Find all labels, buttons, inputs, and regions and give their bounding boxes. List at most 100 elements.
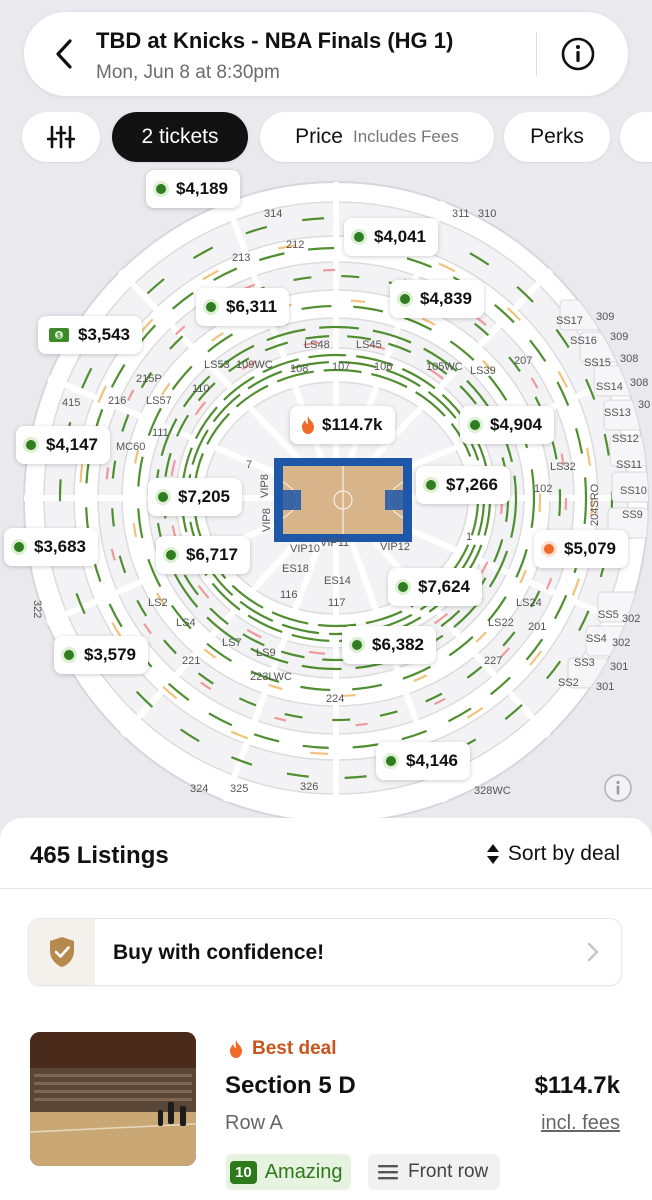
map-label: SS12 xyxy=(612,433,639,445)
pin-price: $4,189 xyxy=(176,179,228,198)
price-pin[interactable]: $6,382 xyxy=(342,626,436,664)
available-dot-icon xyxy=(470,420,480,430)
back-button[interactable] xyxy=(46,34,82,74)
buy-with-confidence-banner[interactable]: Buy with confidence! xyxy=(28,918,622,986)
map-label: 102 xyxy=(534,483,552,495)
perks-filter-chip[interactable]: Perks xyxy=(504,112,610,162)
map-label: LS48 xyxy=(304,339,330,351)
best-deal-label: Best deal xyxy=(252,1038,337,1059)
pin-price: $6,311 xyxy=(226,297,278,316)
map-label: SS14 xyxy=(596,381,623,393)
price-filter-label: Price xyxy=(295,125,343,148)
map-label: VIP10 xyxy=(290,543,320,555)
price-pin[interactable]: $3,683 xyxy=(4,528,98,566)
rating-score: 10 xyxy=(230,1160,257,1184)
price-pin[interactable]: $6,717 xyxy=(156,536,250,574)
price-pin[interactable]: $4,041 xyxy=(344,218,438,256)
fire-icon xyxy=(230,1040,242,1058)
price-pin[interactable]: $4,147 xyxy=(16,426,110,464)
seat-view-image xyxy=(30,1032,196,1166)
event-title: TBD at Knicks - NBA Finals (HG 1) xyxy=(96,28,454,53)
map-label: 224 xyxy=(326,693,344,705)
available-dot-icon xyxy=(26,440,36,450)
map-label: 207 xyxy=(514,355,532,367)
map-label: VIP8 xyxy=(259,474,271,498)
sort-button[interactable]: Sort by deal xyxy=(486,842,620,866)
map-label: LS32 xyxy=(550,461,576,473)
map-label: SS15 xyxy=(584,357,611,369)
fees-link[interactable]: incl. fees xyxy=(541,1112,620,1135)
available-dot-icon xyxy=(14,542,24,552)
listing-card[interactable]: Best deal Section 5 D Row A $114.7k incl… xyxy=(28,1030,628,1200)
map-label: 7 xyxy=(246,459,252,471)
pin-price: $7,624 xyxy=(418,577,470,596)
price-pin[interactable]: $5,079 xyxy=(534,530,628,568)
map-label: MC60 xyxy=(116,441,145,453)
pin-price: $3,543 xyxy=(78,325,130,344)
tickets-filter-chip[interactable]: 2 tickets xyxy=(112,112,248,162)
map-label: VIP8 xyxy=(261,508,273,532)
map-label: 213 xyxy=(232,252,250,264)
pin-price: $3,683 xyxy=(34,537,86,556)
price-pin[interactable]: $4,189 xyxy=(146,170,240,208)
price-pin[interactable]: $7,205 xyxy=(148,478,242,516)
price-filter-sublabel: Includes Fees xyxy=(353,127,459,146)
price-pin[interactable]: $ $3,543 xyxy=(38,316,142,354)
price-pin[interactable]: $7,266 xyxy=(416,466,510,504)
available-dot-icon xyxy=(158,492,168,502)
price-pin[interactable]: $7,624 xyxy=(388,568,482,606)
seating-map[interactable]: 314 311 310 213 212 215P 216 415 111 110… xyxy=(0,160,652,823)
pin-price: $7,266 xyxy=(446,475,498,494)
map-label: LS57 xyxy=(146,395,172,407)
map-label: 1 xyxy=(466,531,472,543)
map-info-icon[interactable] xyxy=(603,773,633,803)
price-pin[interactable]: $6,311 xyxy=(196,288,290,326)
map-label: SS13 xyxy=(604,407,631,419)
map-label: 325 xyxy=(230,783,248,795)
price-pin[interactable]: $4,146 xyxy=(376,742,470,780)
map-label: 201 xyxy=(528,621,546,633)
pin-price: $6,382 xyxy=(372,635,424,654)
more-filter-chip[interactable] xyxy=(620,112,652,162)
filter-settings-button[interactable] xyxy=(22,112,100,162)
pin-price: $7,205 xyxy=(178,487,230,506)
map-label: 309 xyxy=(596,311,614,323)
map-label: LS22 xyxy=(488,617,514,629)
available-dot-icon xyxy=(206,302,216,312)
map-label: VIP12 xyxy=(380,541,410,553)
map-label: 328WC xyxy=(474,785,511,797)
map-label: VIP11 xyxy=(320,537,349,549)
price-pin[interactable]: $4,904 xyxy=(460,406,554,444)
map-label: 204SRO xyxy=(589,483,601,526)
price-pin[interactable]: $114.7k xyxy=(290,406,395,444)
listings-sheet: 465 Listings Sort by deal Buy with confi… xyxy=(0,818,652,1200)
map-label: 302 xyxy=(612,637,630,649)
available-dot-icon xyxy=(544,544,554,554)
map-label: 308 xyxy=(630,377,648,389)
map-label: SS16 xyxy=(570,335,597,347)
available-dot-icon xyxy=(166,550,176,560)
map-label: 105WC xyxy=(426,361,463,373)
map-label: 110 xyxy=(192,383,210,395)
map-label: LS39 xyxy=(470,365,496,377)
map-label: LS45 xyxy=(356,339,382,351)
listings-count: 465 Listings xyxy=(30,842,169,869)
map-label: 30 xyxy=(638,399,650,411)
map-label: 227 xyxy=(484,655,502,667)
header-divider xyxy=(536,32,537,76)
map-label: 111 xyxy=(152,427,169,439)
price-pin[interactable]: $3,579 xyxy=(54,636,148,674)
arena-svg: 314 311 310 213 212 215P 216 415 111 110… xyxy=(23,181,650,823)
cash-icon: $ xyxy=(48,327,70,343)
map-label: 415 xyxy=(62,397,80,409)
map-label: SS9 xyxy=(622,509,643,521)
available-dot-icon xyxy=(386,756,396,766)
map-label: 108 xyxy=(290,363,308,375)
available-dot-icon xyxy=(156,184,166,194)
map-label: SS10 xyxy=(620,485,647,497)
price-pin[interactable]: $4,839 xyxy=(390,280,484,318)
pin-price: $6,717 xyxy=(186,545,238,564)
info-icon[interactable] xyxy=(560,36,596,72)
price-filter-chip[interactable]: Price Includes Fees xyxy=(260,112,494,162)
pin-price: $3,579 xyxy=(84,645,136,664)
